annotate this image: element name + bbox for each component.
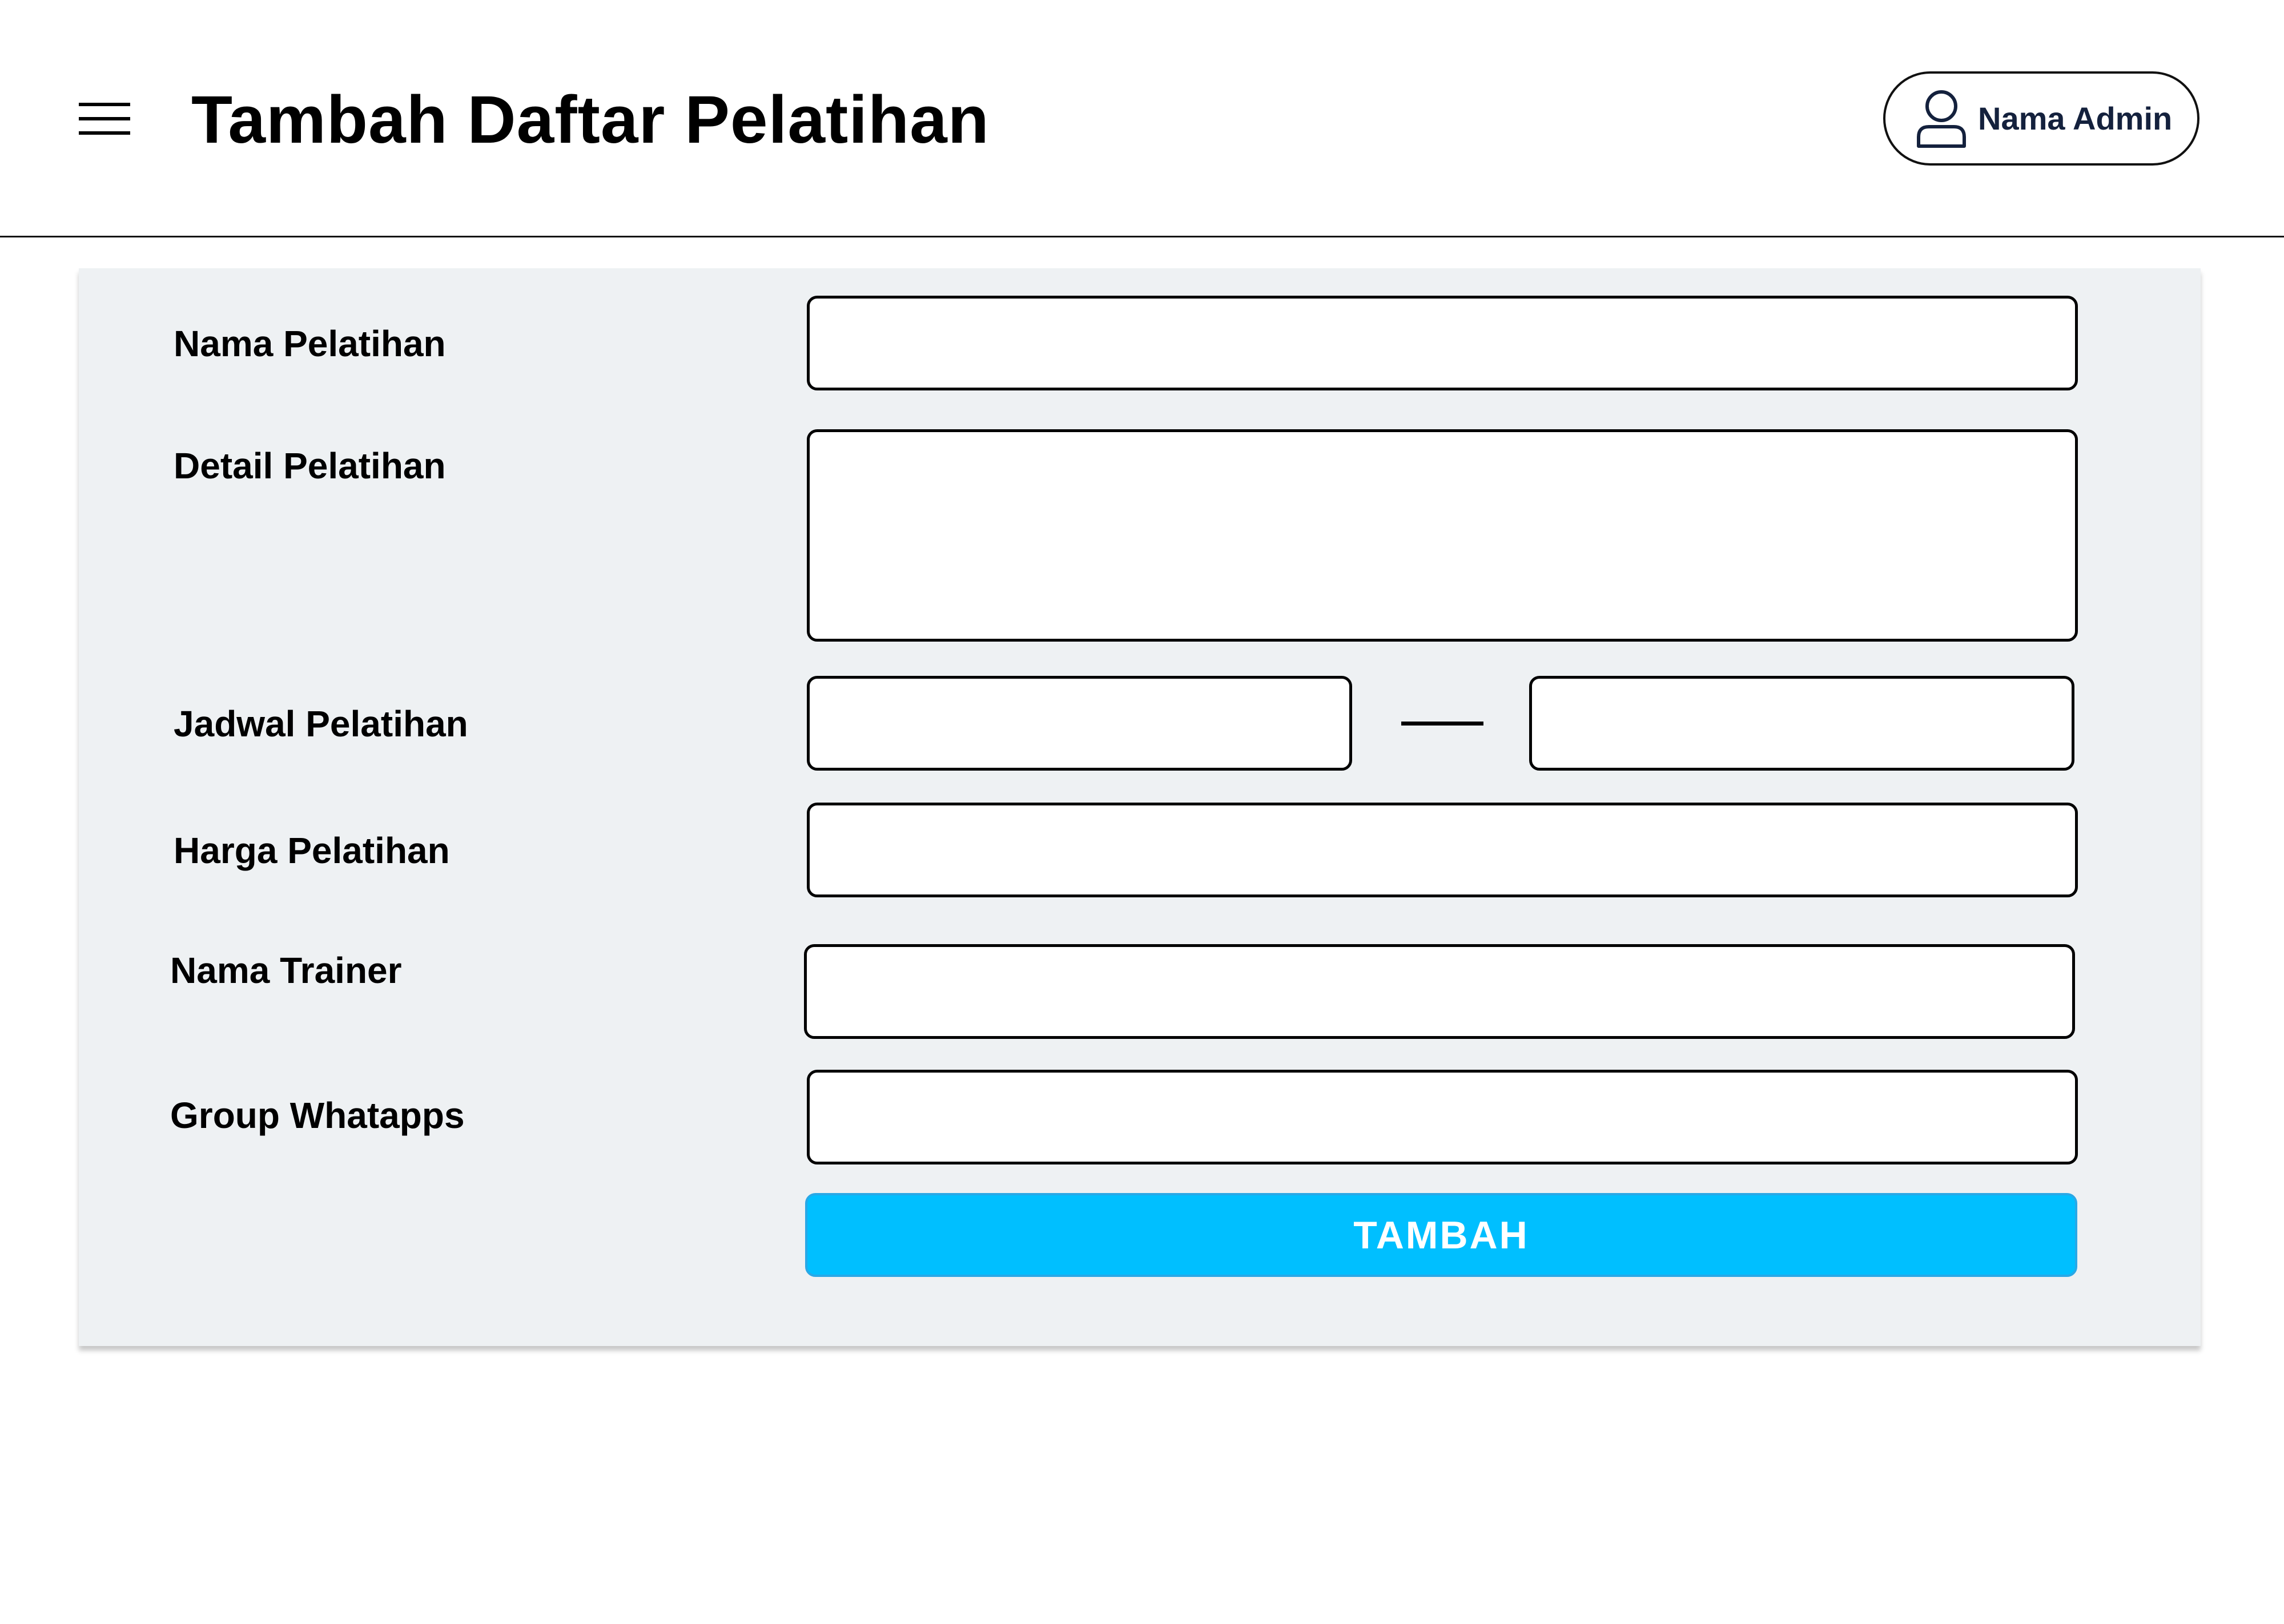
group-whatsapp-input[interactable] bbox=[807, 1070, 2078, 1164]
date-range-separator bbox=[1401, 722, 1483, 726]
tambah-button[interactable]: TAMBAH bbox=[805, 1193, 2077, 1277]
admin-name: Nama Admin bbox=[1978, 100, 2173, 136]
app-header: Tambah Daftar Pelatihan Nama Admin bbox=[0, 0, 2284, 237]
harga-pelatihan-input[interactable] bbox=[807, 803, 2078, 897]
nama-pelatihan-label: Nama Pelatihan bbox=[174, 323, 446, 364]
nama-trainer-label: Nama Trainer bbox=[170, 950, 402, 991]
harga-pelatihan-label: Harga Pelatihan bbox=[174, 830, 450, 871]
page-title: Tambah Daftar Pelatihan bbox=[191, 82, 990, 158]
jadwal-start-input[interactable] bbox=[807, 676, 1352, 771]
group-whatsapp-label: Group Whatapps bbox=[170, 1095, 465, 1136]
hamburger-menu-icon[interactable] bbox=[79, 103, 130, 135]
jadwal-pelatihan-label: Jadwal Pelatihan bbox=[174, 703, 468, 744]
user-icon bbox=[1917, 90, 1966, 148]
jadwal-end-input[interactable] bbox=[1529, 676, 2074, 771]
admin-profile-button[interactable]: Nama Admin bbox=[1883, 71, 2199, 166]
detail-pelatihan-label: Detail Pelatihan bbox=[174, 445, 446, 486]
training-form-panel: Nama Pelatihan Detail Pelatihan Jadwal P… bbox=[79, 268, 2201, 1346]
detail-pelatihan-textarea[interactable] bbox=[807, 429, 2078, 642]
nama-pelatihan-input[interactable] bbox=[807, 296, 2078, 390]
nama-trainer-input[interactable] bbox=[804, 944, 2075, 1039]
